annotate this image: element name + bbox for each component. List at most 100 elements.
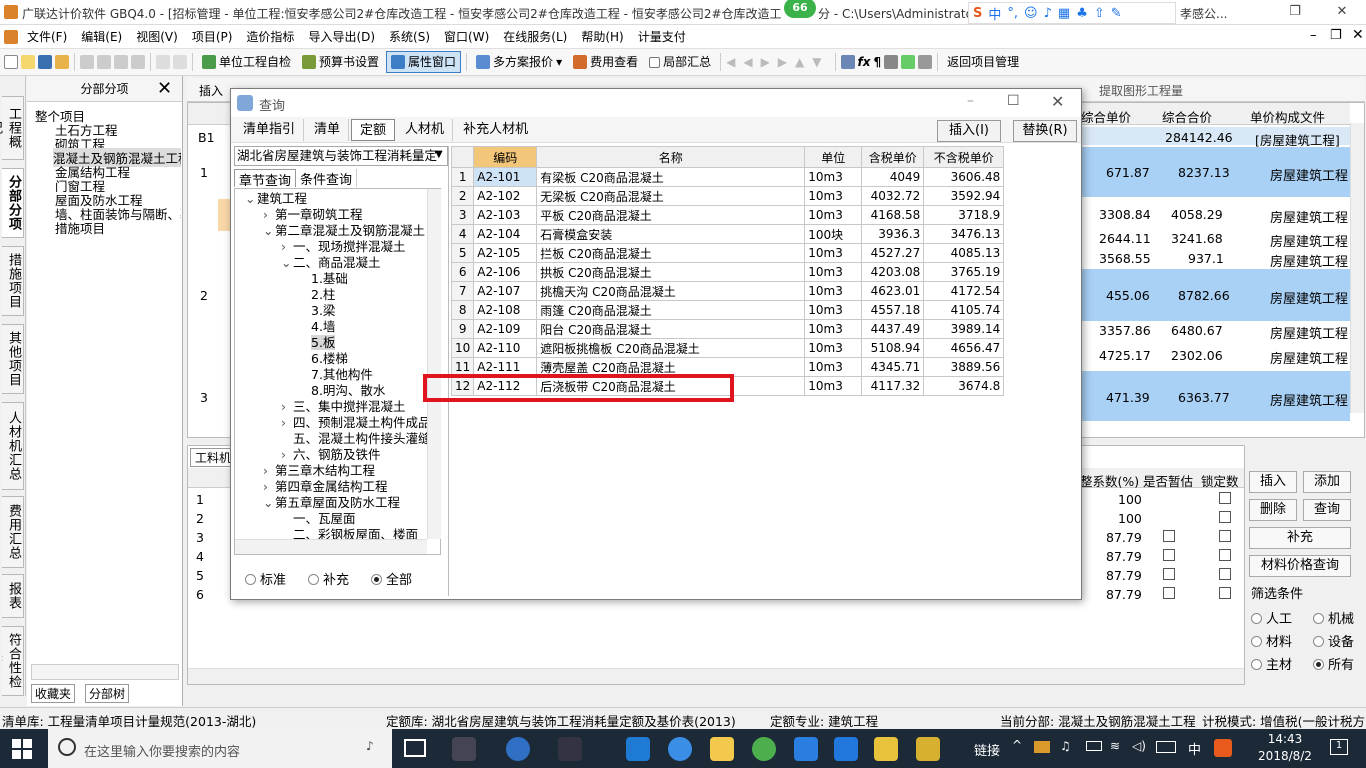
punct-icon[interactable]: °, (1007, 6, 1018, 21)
lock-checkbox[interactable] (1219, 549, 1231, 561)
tree-node[interactable]: › 第四章金属结构工程 (263, 479, 388, 495)
tab-rcj-summary[interactable]: 人材机汇总 (2, 402, 24, 490)
calc-icon[interactable] (840, 55, 855, 69)
collapse-icon[interactable]: ⌄ (281, 255, 293, 271)
update-badge[interactable]: 66 (784, 0, 816, 18)
insert-button[interactable]: 插入 (1249, 471, 1297, 493)
insert-button[interactable]: 插入 (199, 82, 223, 99)
mdi-restore-icon[interactable]: ❐ (1330, 28, 1342, 43)
menu-file[interactable]: 文件(F) (20, 26, 74, 48)
collapse-icon[interactable]: ⌄ (245, 191, 257, 207)
menu-system[interactable]: 系统(S) (382, 26, 437, 48)
tree-node[interactable]: › 三、集中搅拌混凝土 (281, 399, 406, 415)
tree-node[interactable]: 6.楼梯 (299, 351, 348, 367)
tree-node[interactable]: › 第三章木结构工程 (263, 463, 375, 479)
tab-fenbu[interactable]: 分部分项 (2, 168, 24, 238)
g-app-icon[interactable] (794, 737, 818, 761)
tree-node[interactable]: › 六、钢筋及铁件 (281, 447, 381, 463)
checkbox-icon[interactable] (649, 56, 661, 68)
save-icon[interactable] (38, 55, 52, 69)
tree-node[interactable]: 5.板 (299, 335, 336, 351)
filter-material[interactable]: 材料 (1251, 631, 1292, 650)
skin-icon[interactable]: ♣ (1076, 6, 1088, 21)
paste-icon[interactable] (114, 55, 128, 69)
tree-h-scrollbar[interactable] (235, 539, 427, 554)
tab-rcj[interactable]: 人材机 (397, 118, 454, 141)
quota-row[interactable]: 10 A2-110 遮阳板挑檐板 C20商品混凝土 10m3 5108.94 4656.4… (450, 338, 1005, 358)
add-button[interactable]: 添加 (1303, 471, 1351, 493)
mic-icon[interactable]: ♪ (366, 739, 374, 753)
ie2-icon[interactable] (668, 737, 692, 761)
delete-button[interactable]: 删除 (1249, 499, 1297, 521)
tab-condition-query[interactable]: 条件查询 (296, 169, 358, 188)
tab-fenbu-tree[interactable]: 分部树 (85, 684, 130, 703)
tree-node[interactable]: 4.墙 (299, 319, 335, 335)
collapse-icon[interactable]: ⌄ (263, 223, 275, 239)
tab-chapter-query[interactable]: 章节查询 (234, 169, 297, 189)
ime-toolbar[interactable]: S 中 °, ☺ ♪ ▦ ♣ ⇧ ✎ (968, 2, 1176, 24)
tab-measures[interactable]: 措施项目 (2, 246, 24, 316)
tree-node[interactable]: › 第一章砌筑工程 (263, 207, 363, 223)
bell-icon[interactable]: ♫ (1060, 739, 1071, 753)
material-price-button[interactable]: 材料价格查询 (1249, 555, 1351, 577)
tab-quota[interactable]: 定额 (351, 118, 396, 141)
quota-row[interactable]: 1 A2-101 有梁板 C20商品混凝土 10m3 4049 3606.48 (450, 167, 1005, 187)
undo-icon[interactable] (156, 55, 170, 69)
ie-icon[interactable] (506, 737, 530, 761)
new-icon[interactable] (4, 55, 18, 69)
filter-main-material[interactable]: 主材 (1251, 654, 1292, 673)
insert-button[interactable]: 插入(I) (937, 120, 1001, 142)
selfcheck-button[interactable]: 单位工程自检 (198, 51, 295, 73)
copy-icon[interactable] (97, 55, 111, 69)
sogou-tray-icon[interactable] (1214, 739, 1232, 757)
menu-import-export[interactable]: 导入导出(D) (301, 26, 382, 48)
folder-icon[interactable] (55, 55, 69, 69)
collapse-icon[interactable]: ⌄ (263, 495, 275, 511)
fee-view-button[interactable]: 费用查看 (569, 51, 642, 73)
menu-view[interactable]: 视图(V) (129, 26, 185, 48)
tab-other[interactable]: 其他项目 (2, 324, 24, 394)
battery-icon[interactable] (1086, 741, 1102, 751)
menu-edit[interactable]: 编辑(E) (74, 26, 129, 48)
keyboard-icon[interactable] (1156, 741, 1176, 753)
mdi-close-icon[interactable]: ✕ (1352, 27, 1364, 43)
back-project-button[interactable]: 返回项目管理 (943, 51, 1023, 73)
close-icon[interactable]: ✕ (157, 78, 172, 99)
expand-icon[interactable]: › (281, 415, 293, 431)
note-icon[interactable] (874, 737, 898, 761)
menu-window[interactable]: 窗口(W) (437, 26, 496, 48)
edge-icon[interactable] (626, 737, 650, 761)
emoji-icon[interactable]: ☺ (1024, 6, 1038, 21)
quota-row[interactable]: 5 A2-105 拦板 C20商品混凝土 10m3 4527.27 4085.13 (450, 243, 1005, 263)
library-select[interactable]: 湖北省房屋建筑与装饰工程消耗量定 (234, 146, 448, 166)
tree-node[interactable]: ⌄ 二、商品混凝土 (281, 255, 381, 271)
tab-supplement-rcj[interactable]: 补充人材机 (455, 119, 536, 141)
tree-node[interactable]: 一、瓦屋面 (281, 511, 356, 527)
tree-node[interactable]: 2.柱 (299, 287, 335, 303)
table-icon[interactable] (884, 55, 899, 69)
clock-time[interactable]: 14:43 (1250, 732, 1320, 746)
quota-row[interactable]: 9 A2-109 阳台 C20商品混凝土 10m3 4437.49 3989.14 (450, 319, 1005, 339)
paragraph-icon[interactable]: ¶ (873, 55, 881, 69)
restore-icon[interactable]: ❐ (1275, 0, 1315, 24)
close-icon[interactable]: ✕ (1322, 0, 1362, 24)
tab-favorites[interactable]: 收藏夹 (31, 684, 76, 703)
tree-v-scrollbar[interactable] (427, 189, 441, 539)
quota-row[interactable]: 7 A2-107 挑檐天沟 C20商品混凝土 10m3 4623.01 4172.54 (450, 281, 1005, 301)
app-green-icon[interactable] (752, 737, 776, 761)
list-icon[interactable] (918, 55, 933, 69)
menu-measure-pay[interactable]: 计量支付 (631, 26, 693, 48)
v-scrollbar[interactable] (1350, 123, 1364, 413)
notification-icon[interactable]: 1 (1330, 739, 1348, 755)
maximize-icon[interactable]: ☐ (1007, 93, 1020, 109)
keyboard-icon[interactable]: ▦ (1058, 6, 1070, 21)
sogou-icon[interactable]: S (973, 6, 982, 21)
attr-window-button[interactable]: 属性窗口 (386, 51, 462, 73)
tray-link[interactable]: 链接 (974, 740, 1000, 759)
mdi-min-icon[interactable]: – (1310, 28, 1317, 43)
quota-row[interactable]: 4 A2-104 石膏模盒安装 100块 3936.3 3476.13 (450, 224, 1005, 244)
tab-report[interactable]: 报表 (2, 574, 24, 618)
tab-compliance[interactable]: 符合性检查 (2, 626, 24, 696)
budget-setting-button[interactable]: 预算书设置 (298, 51, 383, 73)
radio-standard[interactable]: 标准 (245, 569, 286, 588)
